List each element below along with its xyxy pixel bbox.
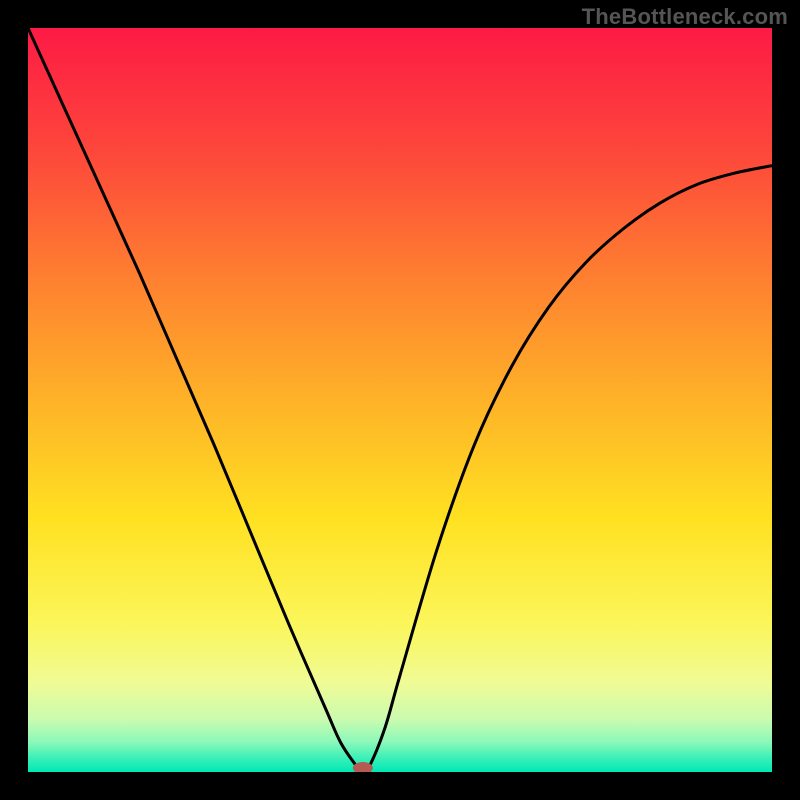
chart-svg — [28, 28, 772, 772]
watermark-text: TheBottleneck.com — [582, 4, 788, 30]
bottleneck-curve — [28, 28, 772, 772]
plot-area — [28, 28, 772, 772]
chart-frame: TheBottleneck.com — [0, 0, 800, 800]
